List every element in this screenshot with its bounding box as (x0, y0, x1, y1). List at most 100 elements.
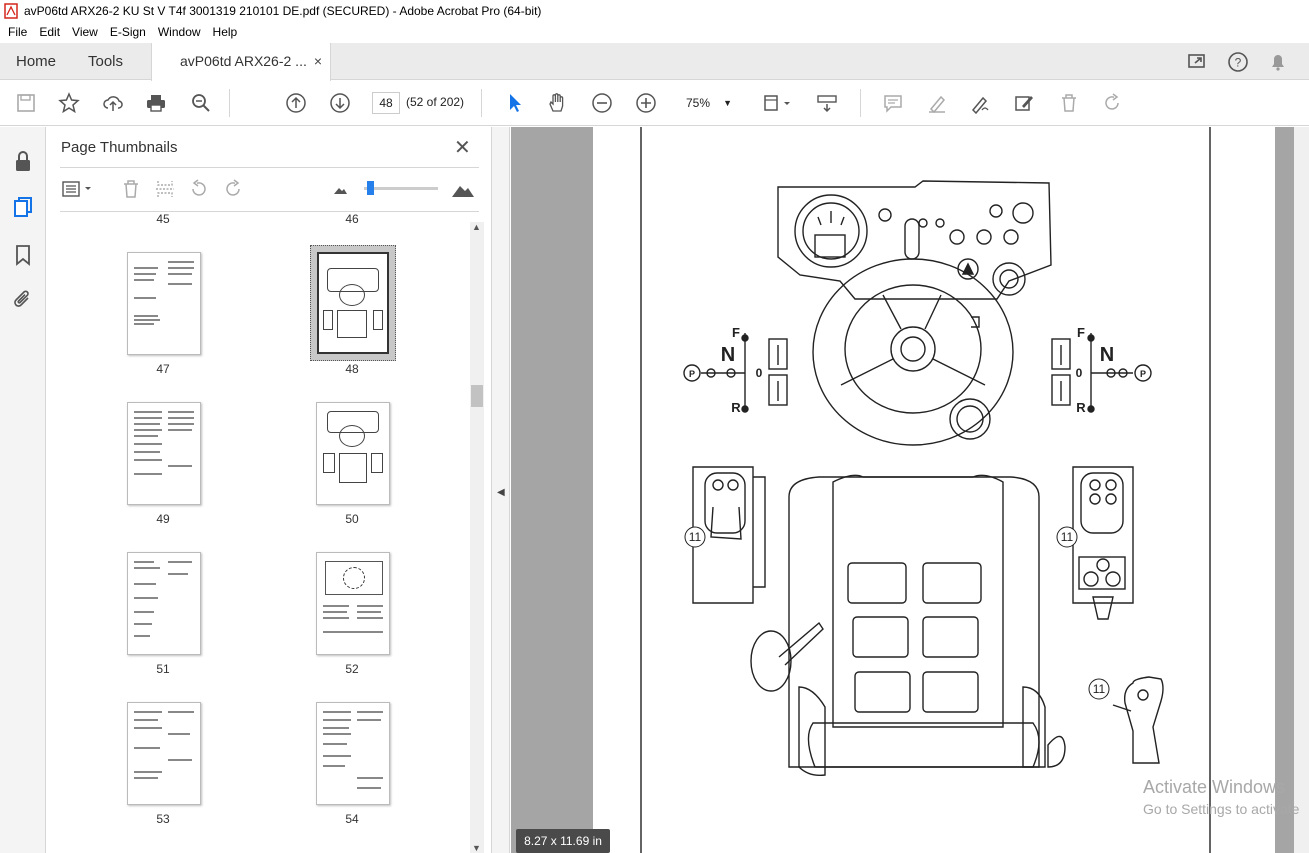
bookmark-icon[interactable] (11, 243, 35, 267)
main-toolbar: 48 (52 of 202) 75% ▼ (0, 81, 1309, 126)
title-bar: avP06td ARX26-2 KU St V T4f 3001319 2101… (0, 0, 1309, 22)
zoom-in-icon[interactable] (634, 91, 658, 115)
thumbnail-label: 46 (345, 214, 359, 226)
close-panel-icon[interactable]: ✕ (454, 135, 471, 160)
page-thumbnails-icon[interactable] (11, 195, 35, 219)
callout-11-right: 11 (1061, 530, 1074, 544)
tab-document[interactable]: avP06td ARX26-2 ... × (151, 43, 331, 81)
page-number-input[interactable]: 48 (372, 92, 400, 114)
slider-knob[interactable] (367, 181, 374, 195)
cloud-upload-icon[interactable] (101, 91, 125, 115)
bell-icon[interactable] (1267, 51, 1289, 73)
tab-home[interactable]: Home (16, 43, 56, 80)
share-screen-icon[interactable] (1187, 51, 1209, 73)
thumbnail-page-47[interactable] (127, 252, 201, 355)
extract-pages-icon[interactable] (154, 177, 176, 201)
page-size-badge: 8.27 x 11.69 in (516, 829, 610, 853)
scroll-up-icon[interactable]: ▲ (472, 222, 481, 232)
tab-tools[interactable]: Tools (88, 43, 123, 80)
hand-tool-icon[interactable] (545, 91, 569, 115)
next-page-icon[interactable] (328, 91, 352, 115)
select-cursor-icon[interactable] (503, 91, 527, 115)
rotate-left-icon[interactable] (188, 177, 210, 201)
thumbnail-page-52[interactable] (316, 552, 390, 655)
zoom-search-icon[interactable] (189, 91, 213, 115)
rotate-right-icon[interactable] (222, 177, 244, 201)
menu-help[interactable]: Help (207, 25, 244, 39)
thumbnail-scrollbar[interactable]: ▲ ▼ (470, 222, 484, 853)
acrobat-icon (4, 3, 18, 19)
collapse-panel-handle[interactable]: ◀ (492, 127, 510, 853)
shift-label-zero-right: 0 (1076, 366, 1083, 380)
chevron-down-icon: ▼ (723, 98, 732, 108)
chevron-left-icon: ◀ (497, 487, 505, 498)
comment-icon[interactable] (881, 91, 905, 115)
thumbnail-options-icon[interactable] (62, 177, 94, 201)
save-icon[interactable] (14, 91, 38, 115)
small-thumbnail-icon[interactable] (332, 177, 348, 201)
shift-label-forward: F (732, 325, 740, 340)
thumbnail-list: 45 46 47 48 49 50 51 52 53 54 (60, 214, 470, 853)
menu-esign[interactable]: E-Sign (104, 25, 152, 39)
close-tab-icon[interactable]: × (314, 43, 322, 80)
thumbnail-page-49[interactable] (127, 402, 201, 505)
panel-title: Page Thumbnails (61, 139, 178, 156)
operator-cab-illustration: F N 0 R P F N 0 R P 11 11 11 (640, 127, 1211, 853)
thumbnail-size-slider[interactable] (364, 181, 438, 195)
print-icon[interactable] (144, 91, 168, 115)
trash-icon[interactable] (1057, 91, 1081, 115)
thumbnail-label: 54 (345, 812, 359, 826)
scrollbar-thumb[interactable] (471, 385, 483, 407)
document-canvas[interactable]: F N 0 R P F N 0 R P 11 11 11 (511, 127, 1309, 853)
thumbnail-page-51[interactable] (127, 552, 201, 655)
highlight-pen-icon[interactable] (925, 91, 949, 115)
lock-icon[interactable] (11, 149, 35, 173)
thumbnails-panel: Page Thumbnails ✕ 45 46 47 48 49 50 51 5… (46, 127, 492, 853)
thumbnail-page-53[interactable] (127, 702, 201, 805)
shift-label-forward-right: F (1077, 325, 1085, 340)
tab-bar: Home Tools avP06td ARX26-2 ... × ? (0, 43, 1309, 81)
thumbnail-page-50[interactable] (316, 402, 390, 505)
thumbnail-label: 53 (156, 812, 170, 826)
thumbnail-label: 49 (156, 512, 170, 526)
paperclip-icon[interactable] (11, 287, 35, 311)
menu-bar: File Edit View E-Sign Window Help (0, 22, 1309, 42)
help-icon[interactable]: ? (1227, 51, 1249, 73)
thumbnail-page-48-selected[interactable] (310, 245, 396, 361)
thumbnail-label: 48 (345, 362, 359, 376)
tab-bar-icons: ? (1187, 51, 1289, 73)
menu-window[interactable]: Window (152, 25, 207, 39)
callout-11-joystick: 11 (1093, 682, 1106, 696)
menu-edit[interactable]: Edit (33, 25, 66, 39)
keyboard-scroll-icon[interactable] (815, 91, 839, 115)
document-scrollbar[interactable] (1294, 127, 1309, 853)
edit-form-icon[interactable] (1012, 91, 1036, 115)
star-icon[interactable] (57, 91, 81, 115)
shift-label-reverse: R (731, 400, 741, 415)
large-thumbnail-icon[interactable] (451, 177, 475, 201)
shift-label-reverse-right: R (1076, 400, 1086, 415)
menu-view[interactable]: View (66, 25, 104, 39)
delete-page-icon[interactable] (120, 177, 142, 201)
activation-watermark-subtitle: Go to Settings to activate (1143, 801, 1300, 817)
thumbnail-label: 45 (156, 214, 170, 226)
zoom-out-icon[interactable] (590, 91, 614, 115)
shift-label-park-right: P (1140, 369, 1146, 379)
thumbnail-page-54[interactable] (316, 702, 390, 805)
zoom-level-dropdown[interactable]: 75% ▼ (678, 92, 740, 114)
callout-11-left: 11 (689, 530, 702, 544)
draw-signature-icon[interactable] (968, 91, 992, 115)
shift-label-park: P (689, 369, 695, 379)
shift-label-neutral: N (721, 344, 735, 366)
scroll-down-icon[interactable]: ▼ (472, 843, 481, 853)
redo-icon[interactable] (1100, 91, 1124, 115)
menu-file[interactable]: File (2, 25, 33, 39)
page-count-label: (52 of 202) (406, 95, 465, 109)
thumbnail-label: 51 (156, 662, 170, 676)
svg-text:?: ? (1235, 56, 1242, 70)
tab-document-label: avP06td ARX26-2 ... (180, 53, 307, 69)
previous-page-icon[interactable] (284, 91, 308, 115)
thumbnail-label: 47 (156, 362, 170, 376)
pdf-page: F N 0 R P F N 0 R P 11 11 11 (593, 127, 1275, 853)
page-fit-icon[interactable] (760, 91, 794, 115)
